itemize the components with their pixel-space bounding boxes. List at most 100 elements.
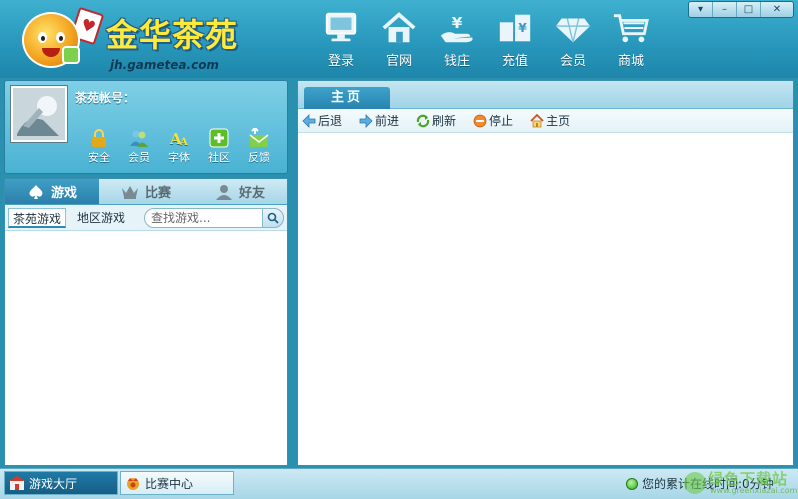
diamond-icon (555, 18, 591, 43)
nav-login-button[interactable]: 登录 (312, 8, 370, 70)
stop-icon (473, 114, 487, 127)
home-label: 主页 (546, 114, 571, 128)
game-list[interactable] (5, 233, 287, 465)
search-button[interactable] (262, 208, 284, 228)
security-label: 安全 (88, 151, 110, 164)
watermark-logo-icon (684, 472, 706, 494)
top-nav: 登录 官网 ¥ 钱庄 ¥ 充值 会员 商城 (312, 8, 660, 70)
tab-friends-label: 好友 (238, 186, 265, 201)
back-button[interactable]: 后退 (302, 112, 342, 129)
header-bar: 金华茶苑 jh.gametea.com 登录 官网 ¥ 钱庄 ¥ 充值 会员 商… (0, 0, 798, 78)
lock-icon (92, 129, 106, 147)
tab-match-center[interactable]: 比赛中心 (120, 471, 234, 495)
tab-game-lobby-label: 游戏大厅 (29, 476, 78, 491)
browser-panel: 主页 后退 前进 刷新 停止 主页 (297, 80, 794, 466)
tab-game-lobby[interactable]: 游戏大厅 (4, 471, 118, 495)
quick-tools: 安全 会员 AA 字体 社区 反馈 (79, 127, 279, 165)
nav-member-label: 会员 (559, 54, 586, 69)
app-logo: 金华茶苑 jh.gametea.com (18, 4, 238, 74)
member-label: 会员 (128, 151, 150, 164)
nav-shop-label: 商城 (617, 54, 644, 69)
account-label: 茶苑帐号： (75, 91, 136, 105)
subtab-tea-garden-games[interactable]: 茶苑游戏 (8, 208, 67, 228)
tab-home-page[interactable]: 主页 (304, 87, 390, 109)
person-icon (215, 184, 232, 200)
tab-matches[interactable]: 比赛 (99, 179, 193, 204)
cart-icon (613, 14, 649, 43)
spade-icon (29, 184, 43, 199)
home-icon (530, 113, 544, 127)
refresh-label: 刷新 (432, 114, 457, 128)
tab-match-center-label: 比赛中心 (145, 476, 194, 491)
community-label: 社区 (208, 151, 230, 164)
svg-text:¥: ¥ (452, 14, 463, 32)
crown-icon (121, 185, 138, 199)
online-dot-icon (626, 477, 638, 490)
money-hand-icon: ¥ (440, 14, 473, 43)
browser-tabs: 主页 (298, 81, 793, 109)
back-label: 后退 (318, 114, 343, 128)
close-icon[interactable]: ✕ (761, 2, 793, 17)
nav-website-button[interactable]: 官网 (370, 8, 428, 70)
tab-games-label: 游戏 (50, 186, 77, 201)
refresh-icon (416, 114, 430, 127)
nav-bank-label: 钱庄 (443, 54, 470, 69)
nav-shop-button[interactable]: 商城 (602, 8, 660, 70)
recharge-icon: ¥ (499, 14, 531, 42)
logo-title: 金华茶苑 (106, 16, 239, 54)
user-panel: 茶苑帐号： 安全 会员 AA 字体 社区 反馈 (4, 80, 288, 174)
nav-recharge-label: 充值 (501, 54, 528, 69)
browser-toolbar: 后退 前进 刷新 停止 主页 (298, 109, 793, 133)
stop-label: 停止 (489, 114, 514, 128)
menu-dropdown-icon[interactable]: ▾ (689, 2, 713, 17)
game-panel: 游戏 比赛 好友 茶苑游戏 地区游戏 (4, 178, 288, 466)
game-search (144, 208, 284, 228)
community-plus-icon (209, 128, 229, 148)
window-controls: ▾ – □ ✕ (688, 1, 794, 18)
bottom-bar: 游戏大厅 比赛中心 您的累计在线时间:0分钟 (0, 468, 798, 499)
home-button[interactable]: 主页 (530, 112, 570, 129)
font-icon: AA (169, 130, 188, 148)
members-icon (130, 130, 148, 147)
tab-friends[interactable]: 好友 (193, 179, 287, 204)
search-icon (267, 212, 279, 224)
subtab-regional-games[interactable]: 地区游戏 (73, 208, 129, 228)
forward-label: 前进 (375, 114, 400, 128)
font-button[interactable]: AA 字体 (159, 127, 199, 165)
font-label: 字体 (168, 151, 190, 164)
nav-member-button[interactable]: 会员 (544, 8, 602, 70)
avatar-image (13, 88, 65, 140)
nav-recharge-button[interactable]: ¥ 充值 (486, 8, 544, 70)
tab-matches-label: 比赛 (144, 186, 171, 201)
dice-icon (62, 46, 80, 64)
nav-login-label: 登录 (327, 54, 354, 69)
stop-button[interactable]: 停止 (473, 112, 513, 129)
member-button[interactable]: 会员 (119, 127, 159, 165)
logo-url: jh.gametea.com (110, 58, 219, 72)
forward-arrow-icon (359, 113, 373, 128)
feedback-mail-icon (249, 128, 269, 147)
forward-button[interactable]: 前进 (359, 112, 399, 129)
lobby-icon (9, 476, 25, 490)
community-button[interactable]: 社区 (199, 127, 239, 165)
house-icon (382, 12, 416, 43)
back-arrow-icon (302, 113, 316, 128)
maximize-icon[interactable]: □ (737, 2, 761, 17)
game-search-input[interactable] (151, 210, 261, 226)
feedback-button[interactable]: 反馈 (239, 127, 279, 165)
svg-text:A: A (179, 137, 188, 148)
watermark-url: www.greenxiazai.com (710, 486, 798, 495)
minimize-icon[interactable]: – (713, 2, 737, 17)
nav-bank-button[interactable]: ¥ 钱庄 (428, 8, 486, 70)
match-center-icon (127, 478, 139, 490)
watermark: 绿色下载站 www.greenxiazai.com (682, 466, 798, 499)
feedback-label: 反馈 (248, 151, 270, 164)
tab-games[interactable]: 游戏 (5, 179, 99, 204)
game-subtabs-bar: 茶苑游戏 地区游戏 (5, 205, 287, 231)
nav-website-label: 官网 (385, 54, 412, 69)
security-button[interactable]: 安全 (79, 127, 119, 165)
avatar[interactable] (11, 86, 67, 142)
refresh-button[interactable]: 刷新 (416, 112, 456, 129)
monitor-icon (325, 12, 357, 42)
browser-page-area[interactable] (298, 134, 793, 465)
